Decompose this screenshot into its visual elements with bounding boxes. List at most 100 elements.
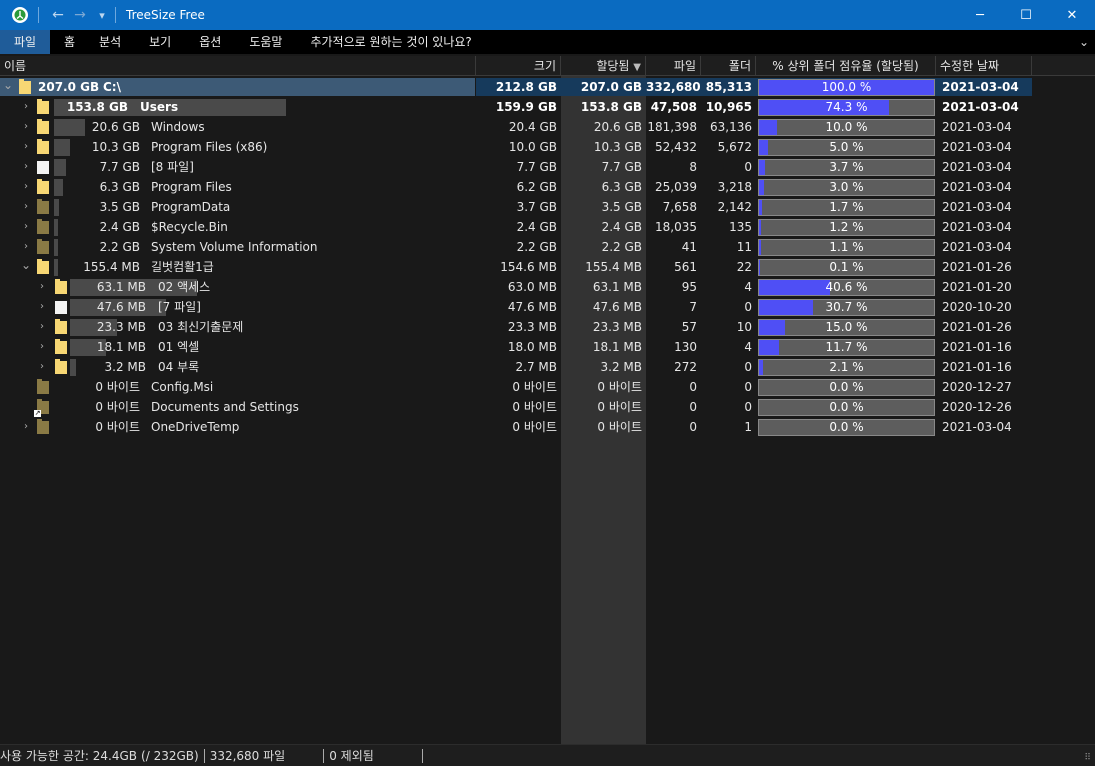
percent-bar: 0.0 % (758, 419, 935, 436)
cell-allocated: 0 바이트 (597, 380, 642, 394)
row-name: 01 엑셀 (158, 340, 200, 354)
percent-bar-label: 5.0 % (829, 140, 864, 154)
row-size-label: 155.4 MB (83, 260, 140, 274)
cell-modified-date: 2021-03-04 (942, 160, 1012, 174)
cell-size: 7.7 GB (516, 160, 557, 174)
cell-folders: 22 (736, 260, 752, 274)
percent-bar: 0.0 % (758, 379, 935, 396)
back-arrow-icon[interactable]: ← (47, 7, 69, 23)
chevron-right-icon[interactable]: › (20, 217, 32, 237)
chevron-right-icon[interactable]: › (20, 197, 32, 217)
column-allocated[interactable]: 할당됨 ▼ (561, 56, 646, 76)
chevron-down-icon[interactable]: ⌄ (20, 257, 32, 277)
tree-row[interactable]: › 10.3 GB Program Files (x86) 10.0 GB 10.3 G… (0, 137, 1095, 157)
tree-row[interactable]: 0 바이트 Documents and Settings 0 바이트 0 바이트 0 0 0… (0, 397, 1095, 417)
percent-bar-label: 3.0 % (829, 180, 864, 194)
cell-allocated: 18.1 MB (592, 340, 642, 354)
row-size-label: 153.8 GB (66, 100, 128, 114)
chevron-right-icon[interactable]: › (20, 177, 32, 197)
tree-row[interactable]: › 18.1 MB 01 엑셀 18.0 MB 18.1 MB 130 4 11.7 % 202… (0, 337, 1095, 357)
folder-icon (37, 219, 49, 234)
cell-modified-date: 2021-01-26 (942, 320, 1012, 334)
folder-icon (37, 179, 49, 194)
cell-folders: 1 (744, 420, 752, 434)
column-modified[interactable]: 수정한 날짜 (936, 56, 1032, 76)
close-button[interactable]: ✕ (1049, 0, 1095, 30)
tree-row[interactable]: › 2.2 GB System Volume Information 2.2 GB 2.… (0, 237, 1095, 257)
minimize-button[interactable]: ─ (957, 0, 1003, 30)
tree-row[interactable]: 0 바이트 Config.Msi 0 바이트 0 바이트 0 0 0.0 % 2020-12-… (0, 377, 1095, 397)
row-name: $Recycle.Bin (151, 220, 228, 234)
tree-row[interactable]: ⌄ 207.0 GB C:\ 212.8 GB 207.0 GB 332,680 85,31… (0, 77, 1095, 97)
maximize-button[interactable]: ☐ (1003, 0, 1049, 30)
chevron-right-icon[interactable]: › (20, 157, 32, 177)
column-percent[interactable]: % 상위 폴더 점유율 (할당됨) (756, 56, 936, 76)
tree-row[interactable]: › 7.7 GB [8 파일] 7.7 GB 7.7 GB 8 0 3.7 % 2021-03-… (0, 157, 1095, 177)
tree-row[interactable]: › 47.6 MB [7 파일] 47.6 MB 47.6 MB 7 0 30.7 % 2020… (0, 297, 1095, 317)
menu-home[interactable]: 홈 (50, 30, 85, 54)
percent-bar: 0.1 % (758, 259, 935, 276)
cell-folders: 10 (736, 320, 752, 334)
column-files[interactable]: 파일 (646, 56, 701, 76)
chevron-right-icon[interactable]: › (20, 117, 32, 137)
cell-modified-date: 2021-01-20 (942, 280, 1012, 294)
row-size-label: 207.0 GB (38, 80, 100, 94)
forward-arrow-icon[interactable]: → (69, 7, 91, 23)
chevron-right-icon[interactable]: › (20, 417, 32, 437)
chevron-right-icon[interactable]: › (20, 137, 32, 157)
cell-size: 0 바이트 (512, 420, 557, 434)
percent-bar: 3.0 % (758, 179, 935, 196)
column-size[interactable]: 크기 (476, 56, 561, 76)
treesize-app-icon[interactable] (12, 7, 28, 23)
resize-grip-icon[interactable]: ⠿ (1084, 753, 1091, 763)
chevron-right-icon[interactable]: › (36, 337, 48, 357)
tree-row[interactable]: › 3.2 MB 04 부록 2.7 MB 3.2 MB 272 0 2.1 % 2021-01… (0, 357, 1095, 377)
tree-row[interactable]: ⌄ 155.4 MB 길벗컴활1급 154.6 MB 155.4 MB 561 22 0.1 … (0, 257, 1095, 277)
menu-tell-me[interactable]: 추가적으로 원하는 것이 있나요? (296, 30, 485, 54)
column-folders[interactable]: 폴더 (701, 56, 756, 76)
cell-allocated: 0 바이트 (597, 400, 642, 414)
menu-help[interactable]: 도움말 (235, 30, 296, 54)
percent-bar: 0.0 % (758, 399, 935, 416)
column-name[interactable]: 이름 (0, 56, 476, 76)
cell-files: 25,039 (655, 180, 697, 194)
cell-folders: 10,965 (705, 100, 752, 114)
chevron-right-icon[interactable]: › (36, 357, 48, 377)
tree-row[interactable]: › 0 바이트 OneDriveTemp 0 바이트 0 바이트 0 1 0.0 % 2021-… (0, 417, 1095, 437)
cell-folders: 4 (744, 340, 752, 354)
percent-bar: 1.1 % (758, 239, 935, 256)
tree-row[interactable]: › 23.3 MB 03 최신기출문제 23.3 MB 23.3 MB 57 10 15.0 … (0, 317, 1095, 337)
tree-row[interactable]: › 63.1 MB 02 액세스 63.0 MB 63.1 MB 95 4 40.6 % 202… (0, 277, 1095, 297)
tree-row[interactable]: › 6.3 GB Program Files 6.2 GB 6.3 GB 25,039 3,… (0, 177, 1095, 197)
folder-icon (37, 259, 49, 274)
menu-view[interactable]: 보기 (135, 30, 185, 54)
percent-bar: 1.7 % (758, 199, 935, 216)
cell-size: 0 바이트 (512, 400, 557, 414)
ribbon-expand-icon[interactable]: ⌄ (1079, 30, 1089, 54)
tree-row[interactable]: › 2.4 GB $Recycle.Bin 2.4 GB 2.4 GB 18,035 135… (0, 217, 1095, 237)
row-name: C:\ (103, 80, 121, 94)
menu-options[interactable]: 옵션 (185, 30, 235, 54)
tree-row[interactable]: › 153.8 GB Users 159.9 GB 153.8 GB 47,508 10,9… (0, 97, 1095, 117)
chevron-down-icon[interactable]: ⌄ (2, 77, 14, 97)
status-total-space: (/ 232GB) (141, 748, 199, 763)
menu-file[interactable]: 파일 (0, 30, 50, 54)
tree-row[interactable]: › 3.5 GB ProgramData 3.7 GB 3.5 GB 7,658 2,142… (0, 197, 1095, 217)
status-separator (203, 748, 205, 763)
cell-folders: 0 (744, 160, 752, 174)
chevron-right-icon[interactable]: › (20, 237, 32, 257)
row-name: OneDriveTemp (151, 420, 240, 434)
tree-row[interactable]: › 20.6 GB Windows 20.4 GB 20.6 GB 181,398 63,1… (0, 117, 1095, 137)
quick-access-dropdown-icon[interactable]: ▾ (91, 9, 113, 22)
cell-size: 3.7 GB (516, 200, 557, 214)
cell-allocated: 153.8 GB (580, 100, 642, 114)
chevron-right-icon[interactable]: › (36, 317, 48, 337)
cell-size: 63.0 MB (507, 280, 557, 294)
chevron-right-icon[interactable]: › (36, 297, 48, 317)
chevron-right-icon[interactable]: › (20, 97, 32, 117)
menu-analyze[interactable]: 분석 (85, 30, 135, 54)
percent-bar-label: 0.1 % (829, 260, 864, 274)
folder-icon (37, 99, 49, 114)
cell-allocated: 6.3 GB (601, 180, 642, 194)
chevron-right-icon[interactable]: › (36, 277, 48, 297)
